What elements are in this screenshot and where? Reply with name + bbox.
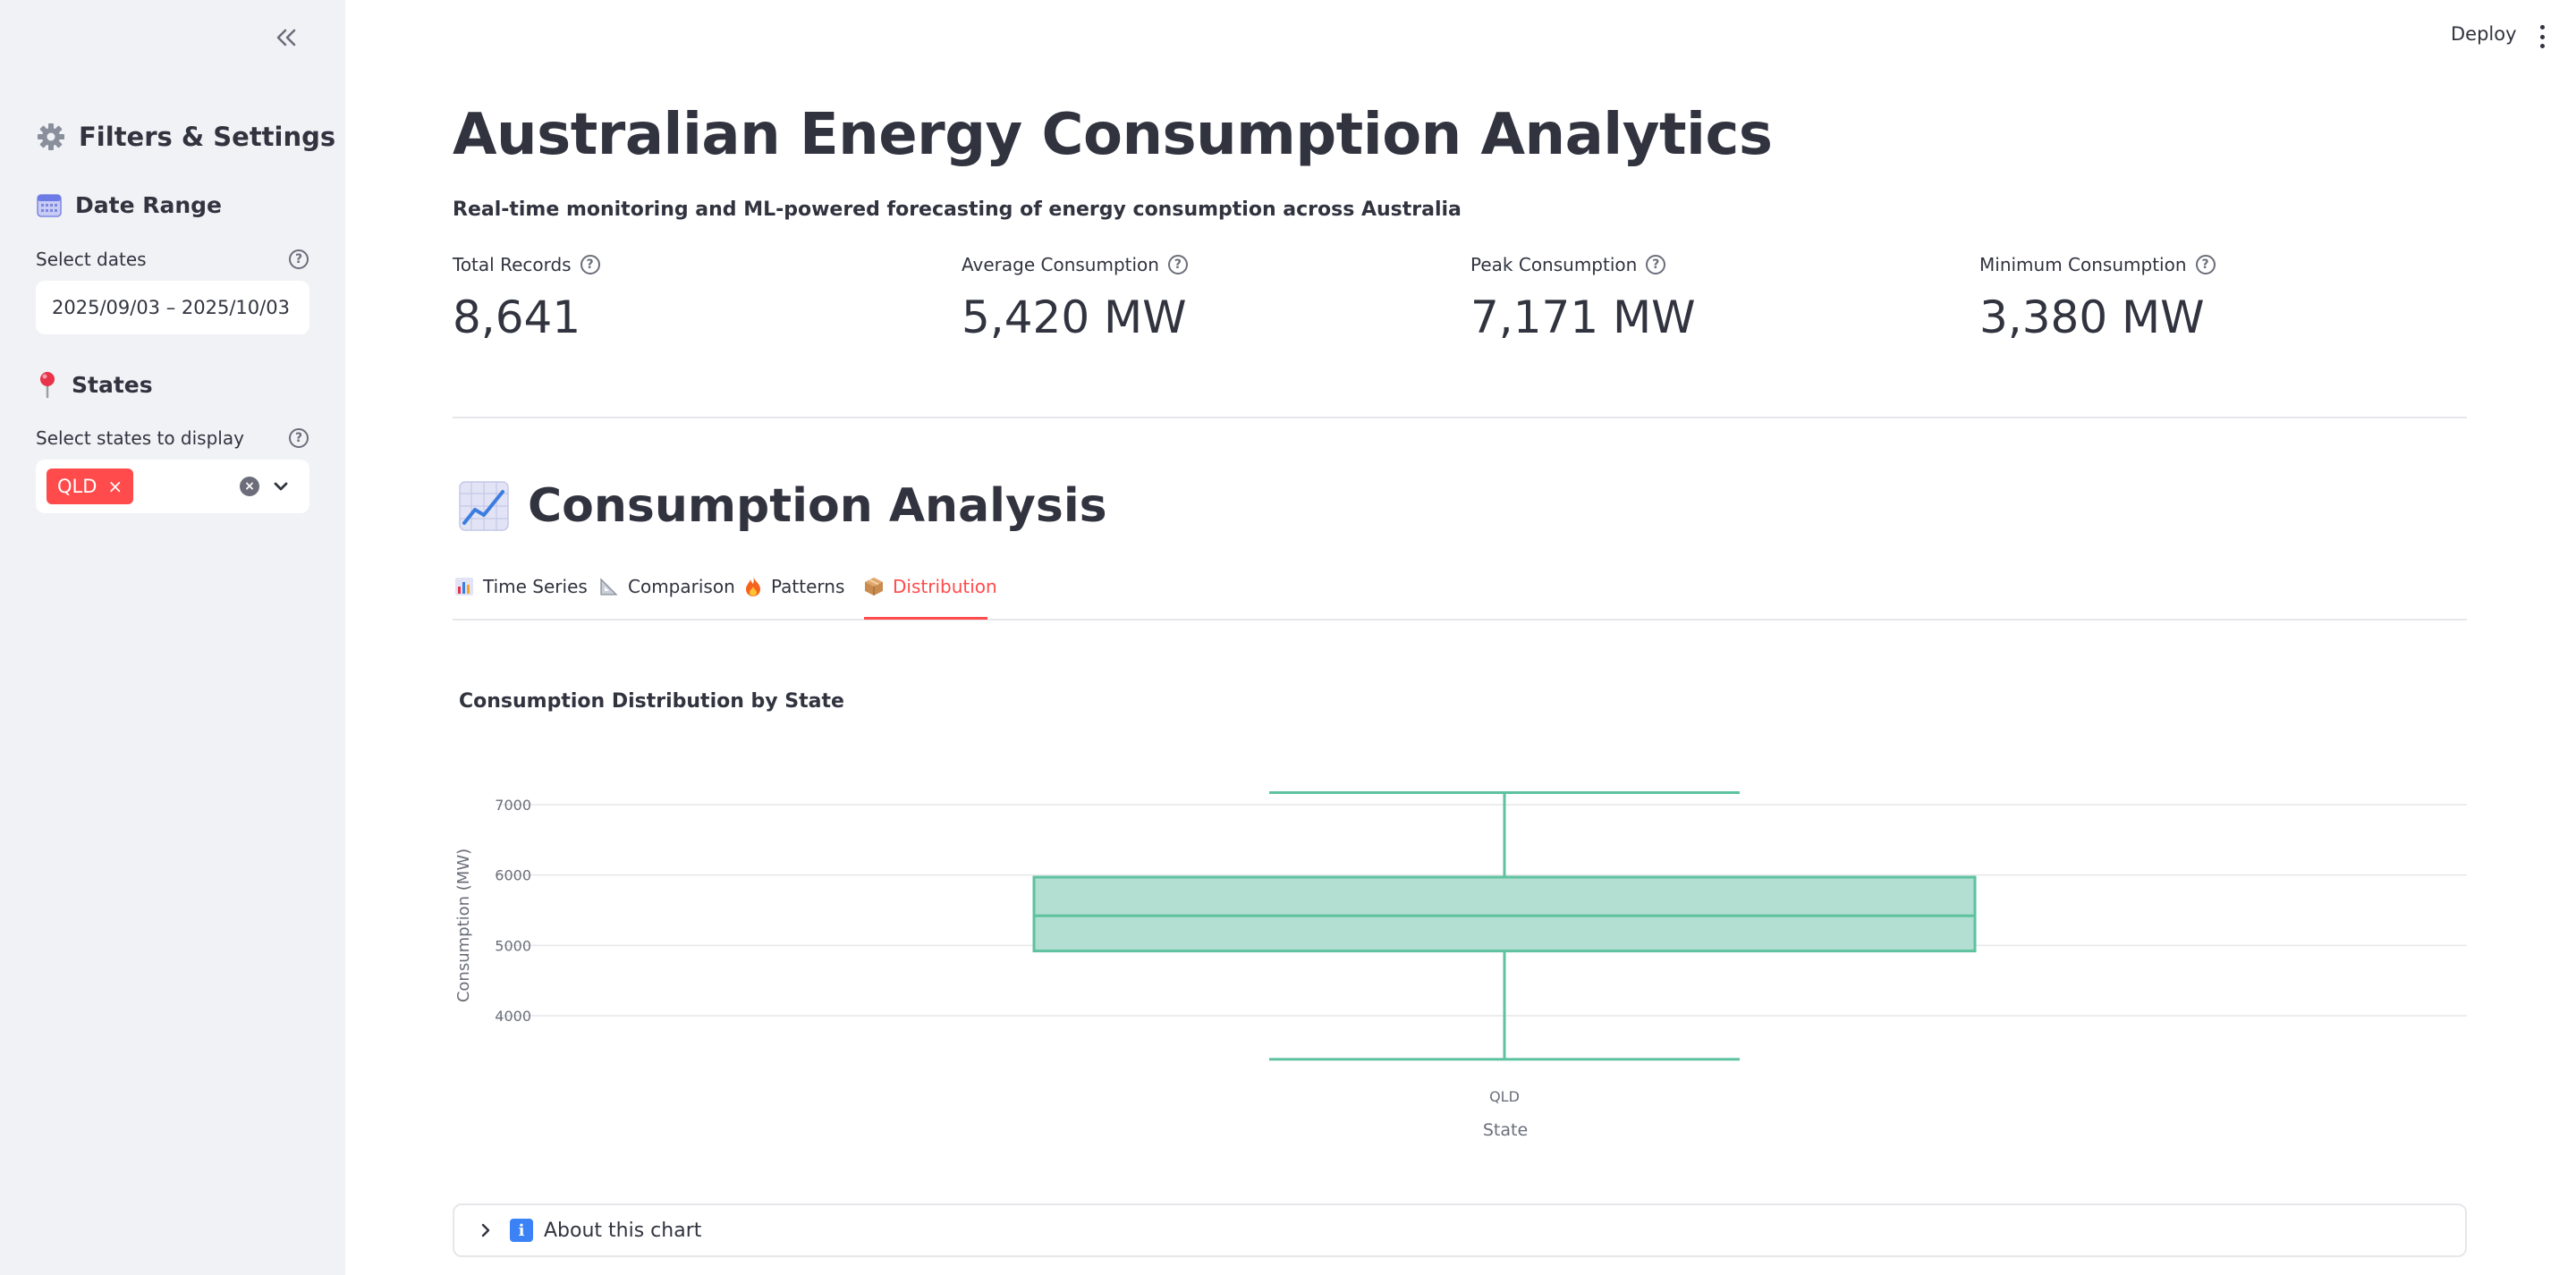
help-icon[interactable]: ? [580, 255, 600, 274]
metric-value: 3,380 MW [1979, 291, 2205, 343]
tab-label: Time Series [483, 576, 588, 597]
help-icon[interactable]: ? [1167, 255, 1188, 274]
sidebar-title: Filters & Settings [36, 122, 335, 152]
metric-label: Total Records [453, 254, 572, 275]
x-tick-label: QLD [1489, 1088, 1520, 1105]
select-dates-label: Select dates [36, 249, 147, 270]
select-states-label: Select states to display [36, 427, 244, 449]
state-chip-qld[interactable]: QLD × [47, 469, 134, 504]
package-icon [865, 578, 883, 595]
states-heading: States [36, 370, 153, 399]
y-axis-title: Consumption (MW) [454, 849, 473, 1002]
clear-all-icon[interactable]: × [240, 477, 259, 496]
states-multiselect[interactable]: QLD × × [36, 460, 309, 513]
box-iqr [1032, 875, 1977, 953]
tab-bar: Time Series Comparison Patterns Distribu… [453, 572, 2467, 621]
expander-label: About this chart [544, 1219, 702, 1242]
pushpin-icon [40, 372, 55, 399]
fire-icon [746, 577, 760, 596]
metric-total-records: Total Records? 8,641 [453, 254, 600, 343]
help-icon[interactable]: ? [289, 428, 309, 448]
metric-label: Peak Consumption [1470, 254, 1638, 275]
tab-time-series[interactable]: Time Series [454, 576, 588, 597]
section-heading: Consumption Analysis [458, 479, 1107, 533]
double-chevron-left-icon [276, 29, 296, 46]
divider [453, 417, 2467, 418]
chevron-down-icon[interactable] [270, 476, 292, 497]
metric-minimum-consumption: Minimum Consumption? 3,380 MW [1979, 254, 2216, 343]
help-icon[interactable]: ? [289, 249, 309, 269]
date-range-input[interactable]: 2025/09/03 – 2025/10/03 [36, 281, 309, 334]
help-icon[interactable]: ? [2195, 255, 2216, 274]
main-menu-icon[interactable] [2538, 25, 2546, 48]
x-axis-title: State [1483, 1120, 1528, 1140]
metric-label: Minimum Consumption [1979, 254, 2187, 275]
section-heading-label: Consumption Analysis [528, 479, 1107, 533]
triangular-ruler-icon [600, 578, 618, 595]
state-chip-label: QLD [57, 476, 97, 497]
info-icon: i [510, 1219, 533, 1242]
tab-label: Comparison [628, 576, 735, 597]
metric-value: 7,171 MW [1470, 291, 1696, 343]
tab-patterns[interactable]: Patterns [744, 576, 844, 597]
page-subtitle: Real-time monitoring and ML-powered fore… [453, 198, 1462, 221]
y-tick-label: 4000 [495, 1008, 531, 1025]
deploy-button[interactable]: Deploy [2451, 23, 2517, 45]
gear-icon [38, 123, 64, 150]
sidebar-title-label: Filters & Settings [79, 122, 336, 152]
about-chart-expander[interactable]: i About this chart [453, 1203, 2467, 1257]
date-range-heading: Date Range [36, 191, 222, 218]
page-title: Australian Energy Consumption Analytics [453, 102, 1773, 168]
tab-distribution[interactable]: Distribution [864, 576, 997, 597]
metric-label: Average Consumption [962, 254, 1159, 275]
sidebar: Filters & Settings Date Range Select dat… [0, 0, 345, 1275]
states-heading-label: States [72, 371, 153, 398]
remove-chip-icon[interactable]: × [107, 477, 123, 495]
collapse-sidebar-button[interactable] [268, 20, 304, 55]
help-icon[interactable]: ? [1646, 255, 1666, 274]
chart-title: Consumption Distribution by State [459, 690, 844, 713]
chevron-right-icon [481, 1223, 490, 1237]
y-tick-label: 5000 [495, 937, 531, 954]
chart-increasing-icon [459, 481, 509, 531]
tab-comparison[interactable]: Comparison [599, 576, 735, 597]
date-range-heading-label: Date Range [75, 191, 223, 218]
tab-label: Patterns [771, 576, 845, 597]
y-tick-label: 6000 [495, 867, 531, 884]
calendar-icon [37, 194, 62, 217]
tab-label: Distribution [893, 576, 997, 597]
metric-average-consumption: Average Consumption? 5,420 MW [962, 254, 1188, 343]
metric-value: 8,641 [453, 291, 581, 343]
y-tick-label: 7000 [495, 797, 531, 814]
active-tab-indicator [864, 617, 987, 620]
box-plot-chart: 4000 5000 6000 7000 QLD Consumption (MW) St… [454, 791, 2467, 1140]
metric-value: 5,420 MW [962, 291, 1187, 343]
metric-peak-consumption: Peak Consumption? 7,171 MW [1470, 254, 1696, 343]
bar-chart-icon [455, 578, 473, 595]
